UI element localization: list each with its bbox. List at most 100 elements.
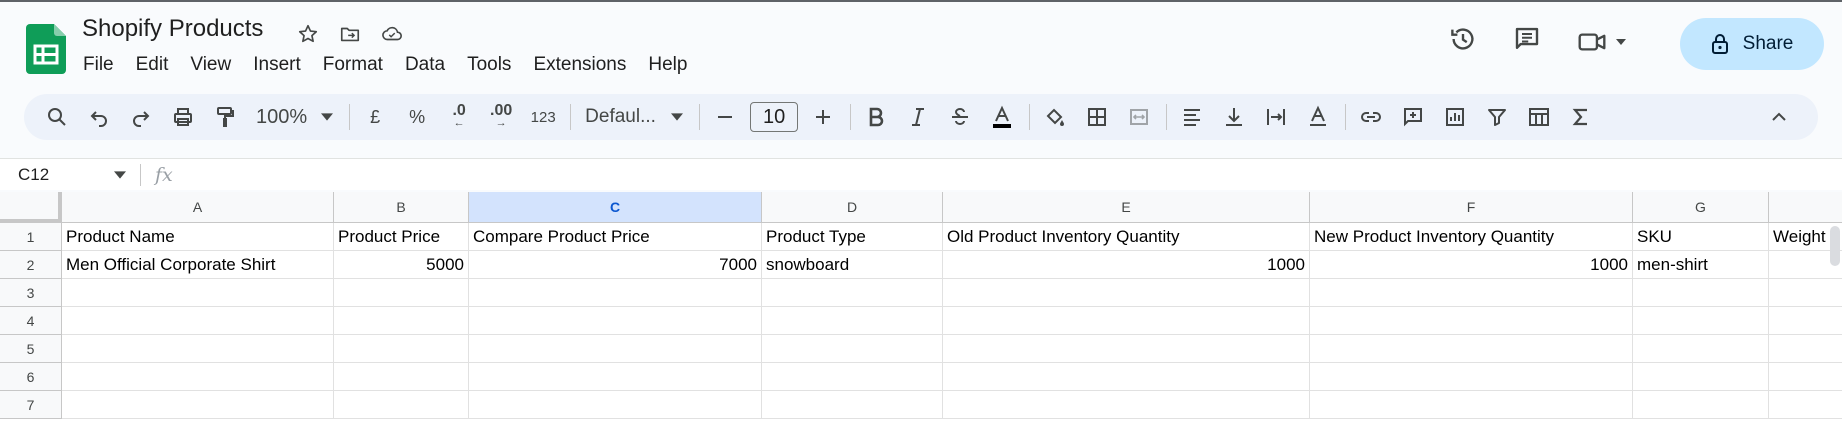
filter-views-icon[interactable] (1522, 101, 1556, 133)
cell[interactable] (1769, 335, 1842, 363)
cell[interactable]: 1000 (943, 251, 1310, 279)
column-header[interactable]: G (1633, 192, 1769, 223)
zoom-select[interactable]: 100% (250, 101, 339, 133)
document-title[interactable]: Shopify Products (82, 15, 263, 43)
cell[interactable] (1633, 391, 1769, 419)
cell[interactable] (943, 279, 1310, 307)
cell[interactable]: Compare Product Price (469, 223, 762, 251)
cell[interactable] (62, 335, 334, 363)
vertical-scrollbar[interactable] (1830, 226, 1840, 266)
more-formats-button[interactable]: 123 (526, 101, 560, 133)
cell[interactable] (469, 391, 762, 419)
cell[interactable] (334, 391, 469, 419)
cell[interactable] (943, 391, 1310, 419)
strikethrough-icon[interactable] (943, 101, 977, 133)
cell[interactable] (762, 335, 943, 363)
cell[interactable] (1310, 279, 1633, 307)
menu-help[interactable]: Help (637, 52, 698, 78)
cell[interactable] (62, 391, 334, 419)
font-family-select[interactable]: Defaul... (579, 101, 689, 133)
cloud-saved-icon[interactable] (378, 20, 406, 48)
cell[interactable]: men-shirt (1633, 251, 1769, 279)
column-header[interactable]: B (334, 192, 469, 223)
cell[interactable]: 1000 (1310, 251, 1633, 279)
increase-font-size-icon[interactable] (806, 101, 840, 133)
format-currency-button[interactable]: £ (358, 101, 392, 133)
cell[interactable] (1633, 363, 1769, 391)
cell[interactable] (334, 335, 469, 363)
row-header[interactable]: 6 (0, 363, 62, 391)
cell[interactable] (762, 279, 943, 307)
row-header[interactable]: 3 (0, 279, 62, 307)
column-header[interactable]: E (943, 192, 1310, 223)
cell[interactable] (1310, 391, 1633, 419)
borders-icon[interactable] (1080, 101, 1114, 133)
row-header[interactable]: 7 (0, 391, 62, 419)
decrease-decimal-button[interactable]: .0 ← (442, 101, 476, 133)
cell[interactable] (1633, 279, 1769, 307)
cell[interactable] (62, 363, 334, 391)
text-rotation-icon[interactable] (1301, 101, 1335, 133)
column-header[interactable]: C (469, 192, 762, 223)
search-menus-icon[interactable] (40, 101, 74, 133)
cell[interactable] (943, 307, 1310, 335)
select-all-corner[interactable] (0, 192, 62, 223)
column-header[interactable]: F (1310, 192, 1633, 223)
insert-comment-icon[interactable] (1396, 101, 1430, 133)
cell[interactable] (1310, 307, 1633, 335)
cell[interactable]: Product Name (62, 223, 334, 251)
cell[interactable]: Men Official Corporate Shirt (62, 251, 334, 279)
share-button[interactable]: Share (1680, 18, 1824, 70)
cell[interactable] (1769, 363, 1842, 391)
cell[interactable] (62, 307, 334, 335)
menu-insert[interactable]: Insert (242, 52, 312, 78)
cell[interactable] (1310, 335, 1633, 363)
paint-format-icon[interactable] (208, 101, 242, 133)
column-header[interactable]: A (62, 192, 334, 223)
vertical-align-icon[interactable] (1217, 101, 1251, 133)
italic-icon[interactable] (901, 101, 935, 133)
cell[interactable] (469, 363, 762, 391)
cell[interactable]: 5000 (334, 251, 469, 279)
cell[interactable] (1769, 279, 1842, 307)
version-history-icon[interactable] (1448, 24, 1478, 59)
formula-input[interactable] (173, 159, 1842, 191)
menu-extensions[interactable]: Extensions (522, 52, 637, 78)
menu-edit[interactable]: Edit (125, 52, 180, 78)
star-icon[interactable] (294, 20, 322, 48)
cell[interactable] (1633, 307, 1769, 335)
cell[interactable] (334, 363, 469, 391)
cell[interactable]: Old Product Inventory Quantity (943, 223, 1310, 251)
decrease-font-size-icon[interactable] (708, 101, 742, 133)
menu-file[interactable]: File (72, 52, 125, 78)
move-folder-icon[interactable] (336, 20, 364, 48)
cell[interactable] (334, 307, 469, 335)
cell[interactable] (1769, 307, 1842, 335)
cell[interactable] (469, 335, 762, 363)
menu-data[interactable]: Data (394, 52, 456, 78)
meet-video-icon[interactable] (1576, 27, 1626, 57)
horizontal-align-icon[interactable] (1175, 101, 1209, 133)
cell[interactable] (1769, 391, 1842, 419)
cell[interactable]: SKU (1633, 223, 1769, 251)
fill-color-icon[interactable] (1038, 101, 1072, 133)
row-header[interactable]: 2 (0, 251, 62, 279)
insert-link-icon[interactable] (1354, 101, 1388, 133)
cell[interactable] (762, 391, 943, 419)
column-header[interactable]: D (762, 192, 943, 223)
row-header[interactable]: 1 (0, 223, 62, 251)
format-percent-button[interactable]: % (400, 101, 434, 133)
menu-format[interactable]: Format (312, 52, 394, 78)
cell[interactable]: New Product Inventory Quantity (1310, 223, 1633, 251)
cell[interactable] (762, 307, 943, 335)
comments-icon[interactable] (1512, 24, 1542, 59)
text-color-icon[interactable] (985, 101, 1019, 133)
increase-decimal-button[interactable]: .00 → (484, 101, 518, 133)
cell[interactable] (943, 335, 1310, 363)
name-box[interactable]: C12 (0, 159, 140, 191)
print-icon[interactable] (166, 101, 200, 133)
menu-tools[interactable]: Tools (456, 52, 522, 78)
row-header[interactable]: 5 (0, 335, 62, 363)
undo-icon[interactable] (82, 101, 116, 133)
filter-icon[interactable] (1480, 101, 1514, 133)
